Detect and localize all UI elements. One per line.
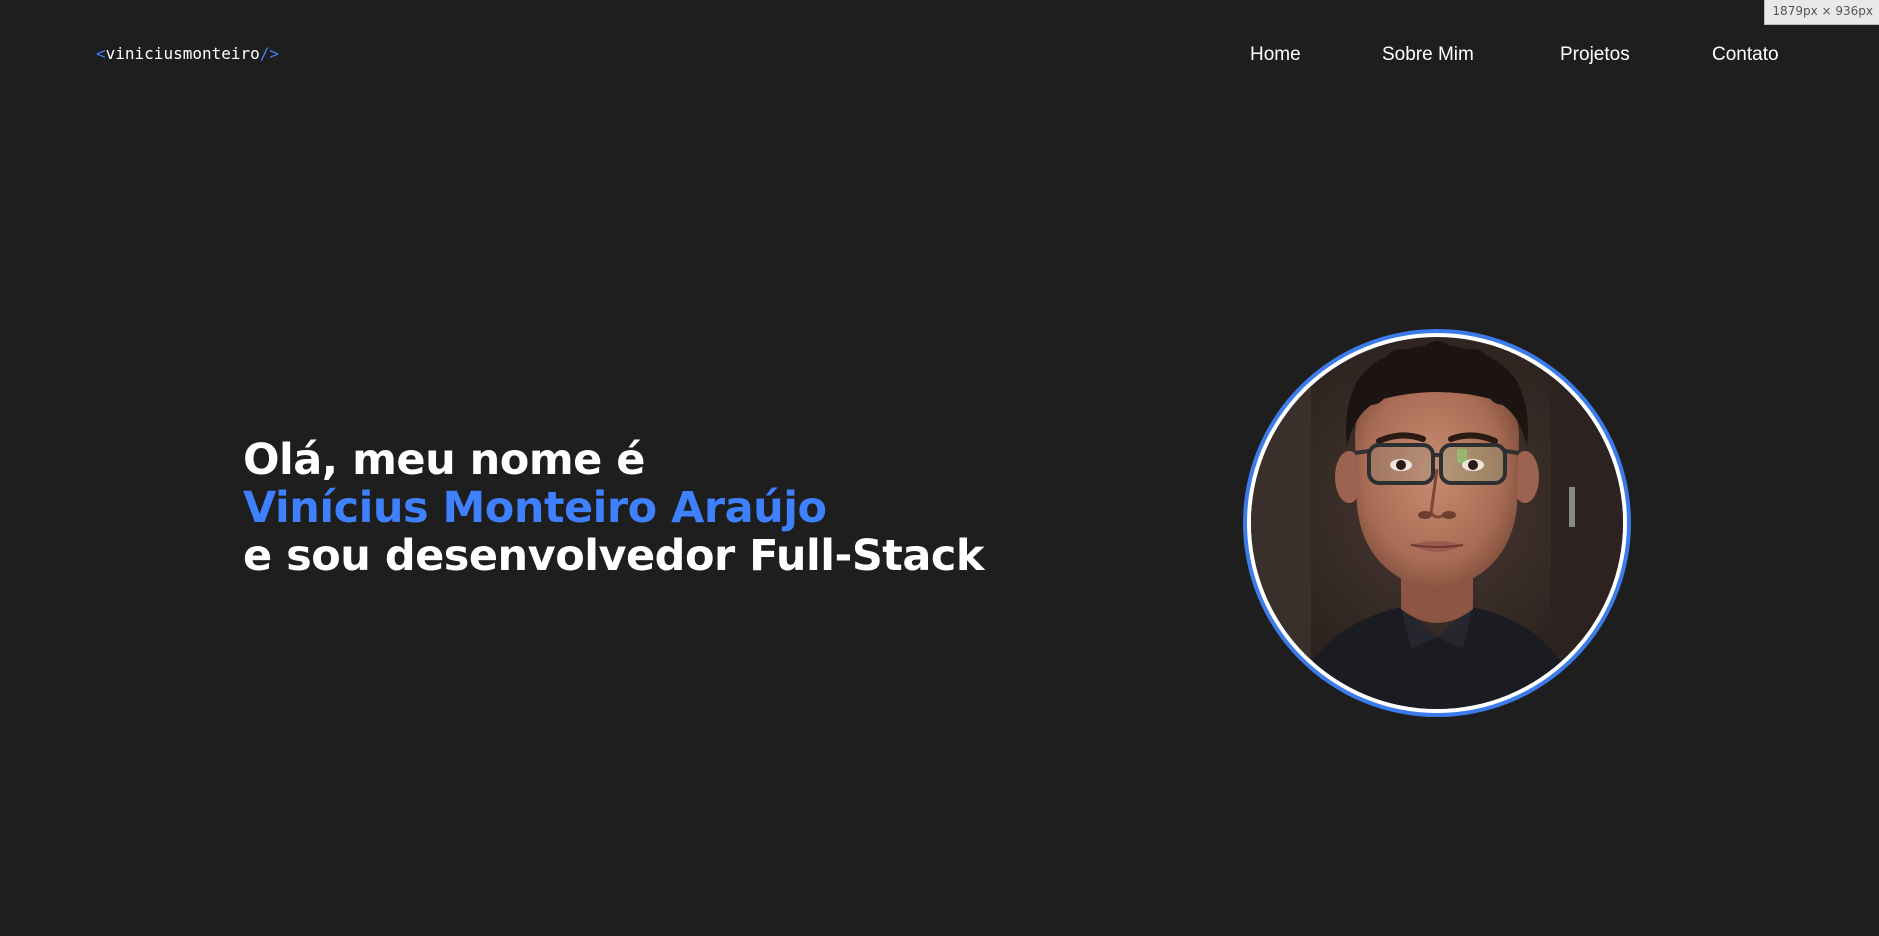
hero-greeting: Olá, meu nome é [243, 435, 645, 485]
main-nav: Home Sobre Mim Projetos Contato [1212, 43, 1812, 69]
profile-photo [1251, 337, 1623, 709]
hero-role: e sou desenvolvedor Full-Stack [243, 531, 984, 581]
nav-link-home[interactable]: Home [1250, 43, 1301, 67]
logo-name: viniciusmonteiro [105, 44, 260, 63]
nav-link-sobre-mim[interactable]: Sobre Mim [1382, 43, 1474, 67]
avatar-frame [1247, 333, 1627, 713]
hero-section: Olá, meu nome é Vinícius Monteiro Araújo… [243, 436, 1003, 580]
nav-link-projetos[interactable]: Projetos [1560, 43, 1630, 67]
site-logo[interactable]: <viniciusmonteiro/> [96, 44, 279, 64]
nav-link-contato[interactable]: Contato [1712, 43, 1779, 67]
hero-name: Vinícius Monteiro Araújo [243, 483, 827, 533]
profile-avatar [1243, 329, 1631, 717]
logo-open-bracket: < [96, 44, 106, 63]
viewport-size-badge: 1879px × 936px [1764, 0, 1879, 25]
logo-close-bracket: /> [259, 44, 280, 63]
